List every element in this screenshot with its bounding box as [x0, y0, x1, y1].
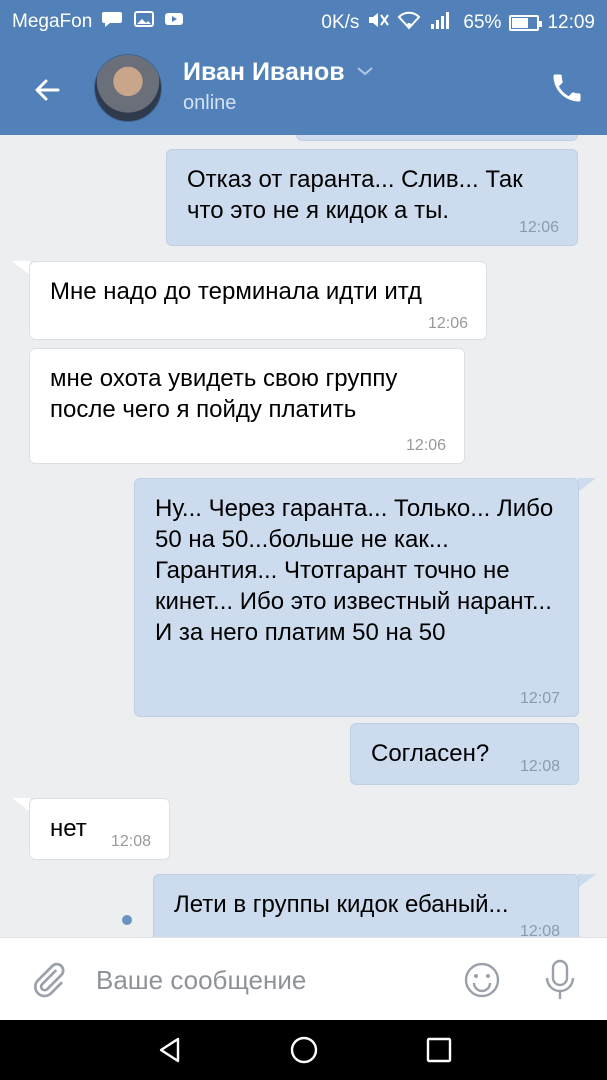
microphone-icon[interactable]: [540, 958, 580, 1002]
signal-icon: [429, 10, 455, 36]
contact-status: online: [183, 92, 237, 114]
message-time: 12:08: [110, 833, 151, 850]
battery-percent: 65%: [463, 12, 502, 33]
message-bubble-partial: [296, 135, 578, 141]
chat-notification-icon: [102, 10, 124, 34]
bubble-tail: [12, 261, 30, 275]
message-text: Ну... Через гаранта... Только... Либо 50…: [155, 495, 554, 646]
chat-header: Иван Иванов online: [0, 42, 607, 135]
contact-name[interactable]: Иван Иванов: [183, 58, 345, 87]
message-bubble-in[interactable]: Мне надо до терминала идти итд 12:06: [29, 261, 487, 340]
battery-icon: [509, 15, 543, 31]
message-text: мне охота увидеть свою группу после чего…: [50, 365, 398, 423]
paperclip-icon[interactable]: [28, 960, 68, 1000]
chevron-down-icon[interactable]: [356, 64, 374, 82]
message-bubble-in[interactable]: мне охота увидеть свою группу после чего…: [29, 348, 465, 464]
unread-indicator: [122, 915, 132, 925]
triangle-back-icon[interactable]: [154, 1034, 186, 1066]
smiley-icon[interactable]: [462, 960, 502, 1000]
avatar[interactable]: [94, 54, 162, 122]
circle-home-icon[interactable]: [288, 1034, 320, 1066]
message-text: Согласен?: [371, 740, 490, 767]
message-bubble-out[interactable]: Отказ от гаранта... Слив... Так что это …: [166, 149, 578, 246]
network-speed: 0K/s: [321, 12, 360, 33]
bubble-tail: [578, 478, 596, 492]
message-text: Мне надо до терминала идти итд: [50, 278, 422, 305]
message-time: 12:08: [519, 923, 560, 937]
message-bubble-out[interactable]: Ну... Через гаранта... Только... Либо 50…: [134, 478, 579, 717]
carrier-label: MegaFon: [12, 11, 93, 32]
message-time: 12:08: [519, 758, 560, 775]
back-arrow-icon[interactable]: [28, 70, 68, 110]
message-time: 12:07: [519, 690, 560, 707]
mute-icon: [367, 10, 390, 36]
message-time: 12:06: [518, 219, 559, 236]
message-text: Отказ от гаранта... Слив... Так что это …: [187, 166, 523, 224]
message-bubble-out[interactable]: Лети в группы кидок ебаный... 12:08: [153, 874, 579, 937]
message-time: 12:06: [405, 437, 446, 454]
wifi-icon: [397, 10, 421, 36]
message-text: Лети в группы кидок ебаный...: [174, 891, 509, 918]
message-list[interactable]: Отказ от гаранта... Слив... Так что это …: [0, 135, 607, 937]
message-bubble-in[interactable]: нет 12:08: [29, 798, 170, 860]
bubble-tail: [12, 798, 30, 812]
bubble-tail: [578, 874, 596, 888]
system-nav-bar: [0, 1020, 607, 1080]
clock: 12:09: [547, 12, 595, 33]
message-time: 12:06: [427, 315, 468, 332]
message-input[interactable]: [96, 958, 436, 1002]
message-text: нет: [50, 815, 87, 842]
composer-bar: [0, 937, 607, 1020]
message-bubble-out[interactable]: Согласен? 12:08: [350, 723, 579, 785]
video-notification-icon: [164, 10, 184, 34]
phone-icon[interactable]: [549, 70, 585, 106]
square-recent-icon[interactable]: [423, 1034, 455, 1066]
status-bar: MegaFon 0K/s 65% 12:09: [0, 0, 607, 42]
gallery-notification-icon: [134, 10, 155, 34]
